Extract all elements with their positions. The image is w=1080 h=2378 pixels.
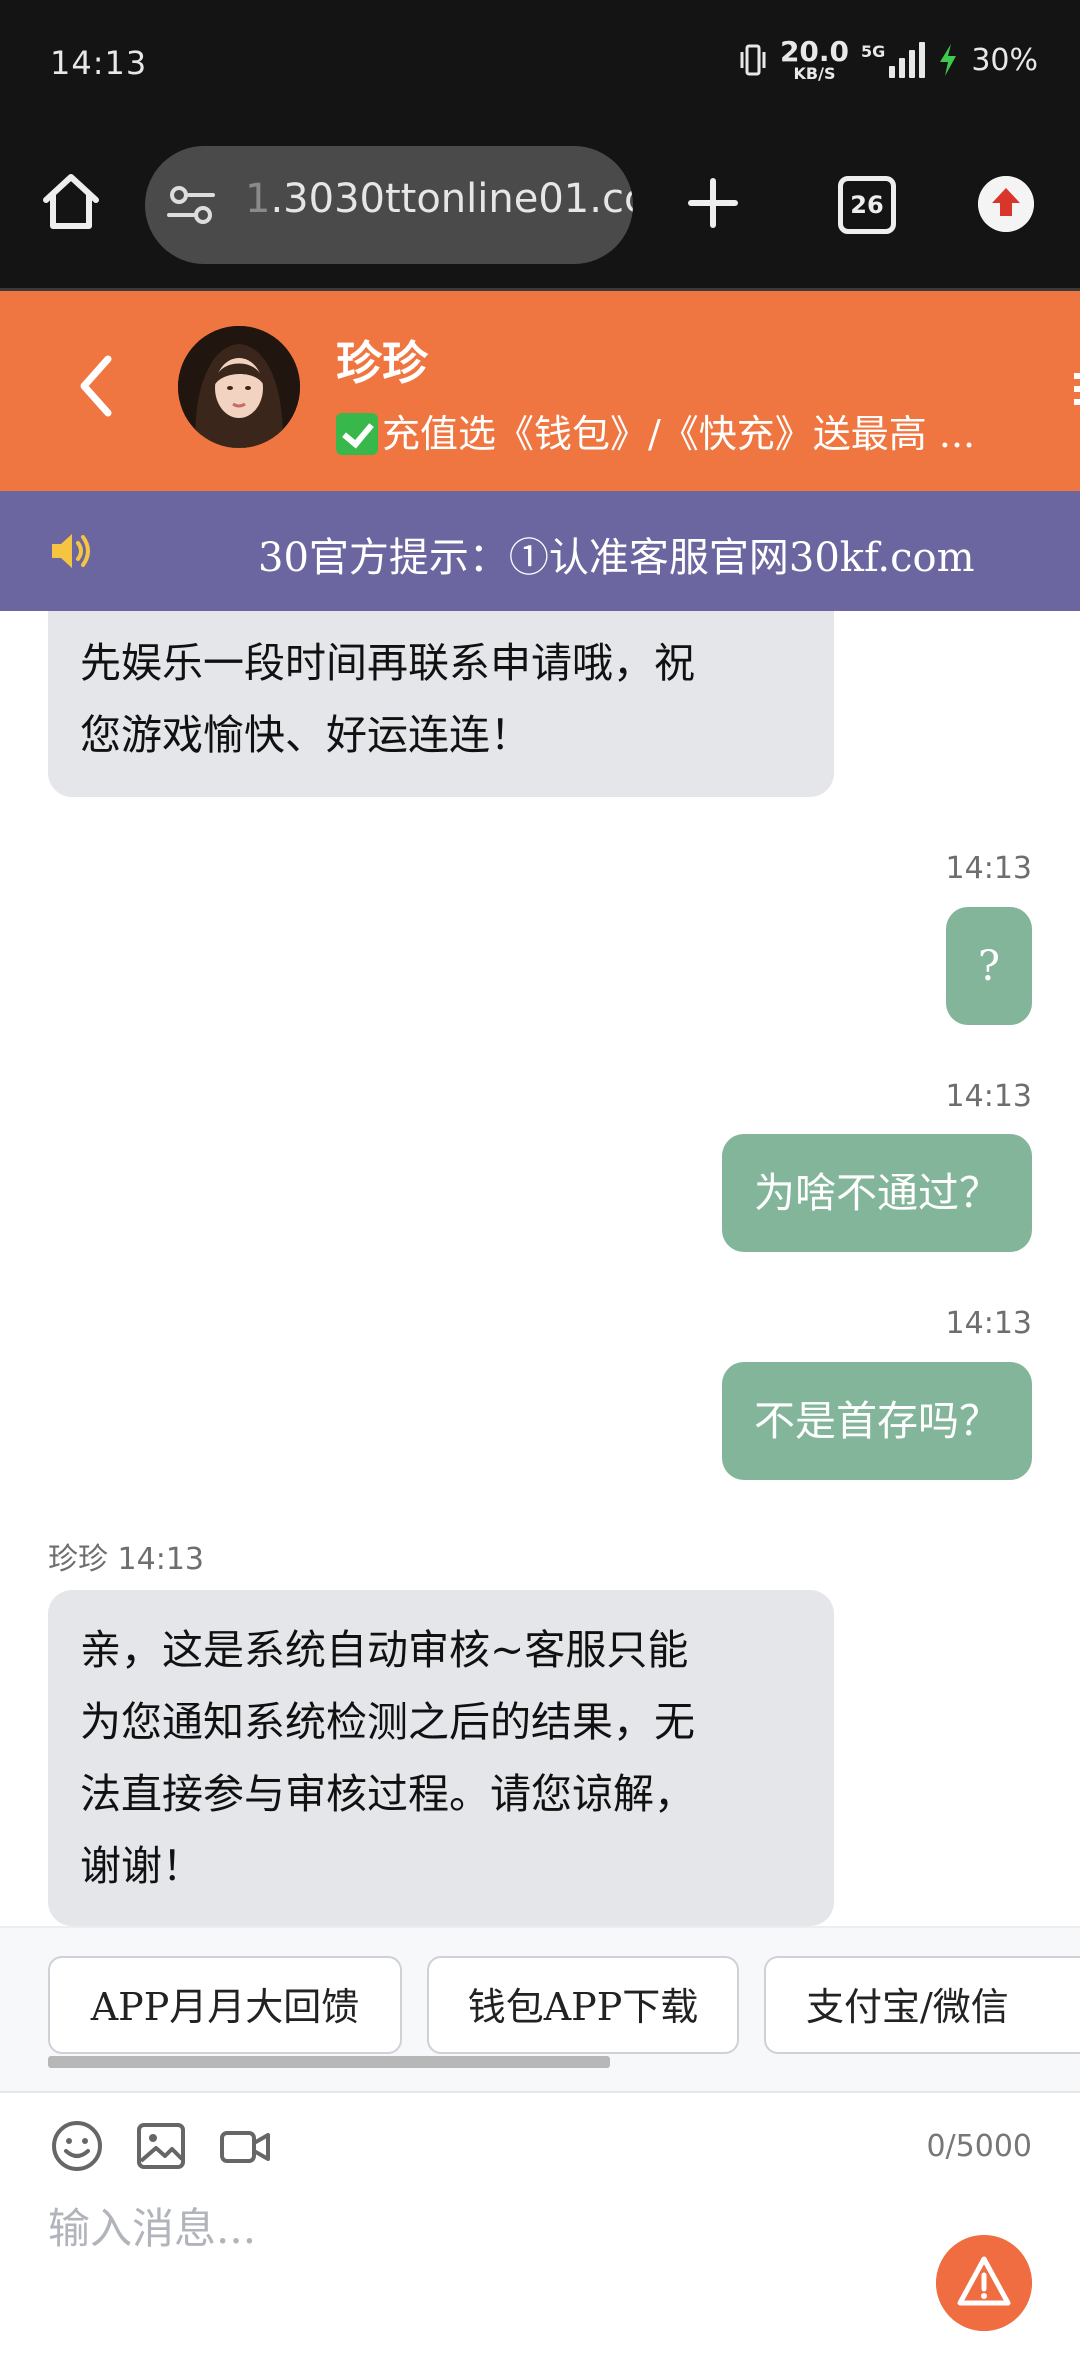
home-icon[interactable] — [40, 170, 102, 232]
incoming-message: 先娱乐一段时间再联系申请哦，祝 您游戏愉快、好运连连！ — [48, 611, 834, 797]
network-type: 5G — [861, 42, 886, 61]
charging-icon — [940, 44, 957, 76]
status-icons: 20.0 KB/S 5G 30% — [738, 38, 1038, 82]
quick-reply-wallet-download[interactable]: 钱包APP下载 — [427, 1956, 739, 2054]
character-counter: 0/5000 — [926, 2129, 1032, 2164]
network-speed-unit: KB/S — [793, 64, 836, 83]
new-tab-icon-bar[interactable] — [688, 200, 738, 206]
chat-messages[interactable]: 先娱乐一段时间再联系申请哦，祝 您游戏愉快、好运连连！ 14:13 ? 14:1… — [0, 611, 1080, 1926]
battery-level: 30% — [971, 42, 1038, 78]
more-icon[interactable] — [1074, 369, 1080, 409]
check-mark-icon — [336, 413, 378, 455]
back-arrow-icon[interactable] — [76, 351, 116, 421]
url-faded-prefix: 1 — [245, 176, 271, 222]
outgoing-message: ? — [946, 907, 1032, 1025]
network-speed: 20.0 KB/S — [780, 38, 849, 82]
message-time: 14:13 — [945, 851, 1032, 886]
sender-name: 珍珍 — [48, 1542, 108, 1577]
status-time: 14:13 — [50, 44, 148, 82]
signal-icon: 5G — [861, 42, 926, 78]
message-input[interactable] — [48, 2193, 868, 2263]
status-bar: 14:13 20.0 KB/S 5G 30% — [0, 0, 1080, 130]
site-settings-icon[interactable] — [167, 184, 215, 226]
notice-text: 30官方提示：①认准客服官网30kf.com — [258, 535, 975, 581]
outgoing-message: 不是首存吗？ — [722, 1362, 1032, 1480]
quick-reply-app-rewards[interactable]: APP月月大回馈 — [48, 1956, 402, 2054]
warning-icon[interactable] — [936, 2235, 1032, 2331]
message-line: 亲，这是系统自动审核~客服只能 — [80, 1626, 689, 1674]
address-bar[interactable]: 1.3030ttonline01.cc — [145, 146, 633, 264]
quick-replies: APP月月大回馈 钱包APP下载 支付宝/微信 — [0, 1926, 1080, 2093]
chat-header: 珍珍 充值选《钱包》/《快充》送最高 ... — [0, 291, 1080, 491]
browser-toolbar: 1.3030ttonline01.cc — [0, 130, 1080, 291]
message-line: 谢谢！ — [80, 1842, 203, 1890]
tab-switcher-button[interactable]: 26 — [838, 176, 896, 234]
url-domain: .3030ttonline01.cc — [270, 176, 633, 222]
avatar[interactable] — [178, 326, 300, 448]
message-composer: 0/5000 — [0, 2091, 1080, 2378]
notice-banner[interactable]: 30官方提示：①认准客服官网30kf.com — [0, 491, 1080, 611]
video-icon[interactable] — [218, 2119, 272, 2173]
incoming-message: 亲，这是系统自动审核~客服只能 为您通知系统检测之后的结果，无 法直接参与审核过… — [48, 1590, 834, 1926]
network-speed-value: 20.0 — [779, 35, 850, 68]
agent-subtitle: 充值选《钱包》/《快充》送最高 ... — [336, 403, 1036, 458]
message-line: 先娱乐一段时间再联系申请哦，祝 — [80, 639, 695, 687]
message-time: 14:13 — [945, 1079, 1032, 1114]
avatar-image — [178, 326, 300, 448]
quick-replies-scrollbar[interactable] — [48, 2056, 610, 2068]
url-text[interactable]: 1.3030ttonline01.cc — [245, 176, 633, 222]
sender-time: 14:13 — [117, 1542, 205, 1577]
message-line: 为您通知系统检测之后的结果，无 — [80, 1698, 695, 1746]
outgoing-message: 为啥不通过？ — [722, 1134, 1032, 1252]
update-icon[interactable] — [978, 176, 1034, 232]
message-line: 您游戏愉快、好运连连！ — [80, 711, 531, 759]
message-sender: 珍珍 14:13 — [48, 1534, 204, 1578]
speaker-icon — [52, 534, 90, 568]
image-icon[interactable] — [134, 2119, 188, 2173]
agent-name: 珍珍 — [336, 336, 428, 390]
message-line: 法直接参与审核过程。请您谅解， — [80, 1770, 695, 1818]
message-time: 14:13 — [945, 1306, 1032, 1341]
emoji-icon[interactable] — [50, 2119, 104, 2173]
agent-subtitle-text: 充值选《钱包》/《快充》送最高 ... — [382, 412, 976, 456]
quick-reply-alipay-wechat[interactable]: 支付宝/微信 — [764, 1956, 1080, 2054]
vibrate-icon — [740, 44, 766, 76]
